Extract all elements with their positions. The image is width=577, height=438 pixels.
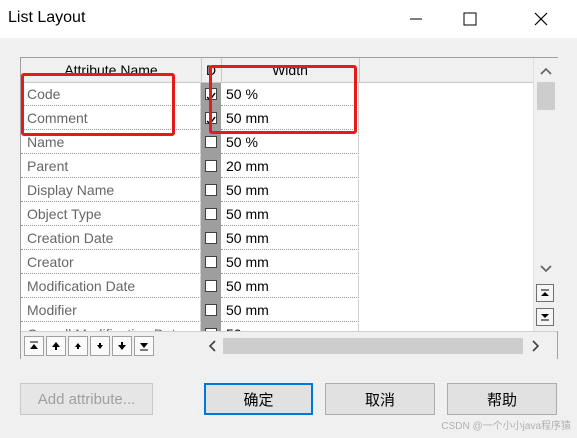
attribute-name-cell[interactable]: Creator bbox=[21, 251, 201, 274]
width-cell[interactable]: 50 % bbox=[221, 131, 359, 154]
ok-button[interactable]: 确定 bbox=[204, 383, 313, 415]
minimize-icon bbox=[410, 18, 422, 20]
move-bottom-icon[interactable] bbox=[134, 336, 154, 356]
table-row[interactable]: Overall Modification Date 50 mm bbox=[21, 323, 533, 331]
page-up-icon[interactable] bbox=[536, 284, 554, 302]
title-bar: List Layout bbox=[0, 0, 577, 38]
display-checkbox-cell bbox=[201, 203, 221, 227]
empty-cell bbox=[359, 275, 533, 299]
display-checkbox-cell bbox=[201, 299, 221, 323]
display-checkbox-cell bbox=[201, 179, 221, 203]
table-row[interactable]: Display Name 50 mm bbox=[21, 179, 533, 203]
width-cell[interactable]: 50 mm bbox=[221, 203, 359, 226]
display-checkbox[interactable] bbox=[205, 208, 217, 220]
attribute-name-cell[interactable]: Object Type bbox=[21, 203, 201, 226]
display-checkbox[interactable] bbox=[205, 304, 217, 316]
table-row[interactable]: Object Type 50 mm bbox=[21, 203, 533, 227]
empty-cell bbox=[359, 179, 533, 203]
display-checkbox[interactable] bbox=[205, 184, 217, 196]
scroll-down-arrow-icon[interactable] bbox=[534, 258, 558, 280]
help-button[interactable]: 帮助 bbox=[447, 383, 557, 415]
maximize-button[interactable] bbox=[447, 0, 493, 38]
empty-cell bbox=[359, 323, 533, 331]
display-checkbox[interactable] bbox=[205, 160, 217, 172]
page-down-icon[interactable] bbox=[536, 308, 554, 326]
table-row[interactable]: Modifier 50 mm bbox=[21, 299, 533, 323]
annotation-box-widths bbox=[209, 65, 357, 134]
display-checkbox-cell bbox=[201, 251, 221, 275]
move-page-down-icon[interactable] bbox=[112, 336, 132, 356]
horizontal-scroll-thumb[interactable] bbox=[223, 338, 523, 354]
empty-cell bbox=[359, 83, 533, 107]
width-cell[interactable]: 50 mm bbox=[221, 275, 359, 298]
width-cell[interactable]: 50 mm bbox=[221, 179, 359, 202]
empty-cell bbox=[359, 107, 533, 131]
column-header-empty bbox=[359, 58, 533, 82]
width-cell[interactable]: 50 mm bbox=[221, 227, 359, 250]
attribute-name-cell[interactable]: Overall Modification Date bbox=[21, 323, 201, 331]
scroll-up-arrow-icon[interactable] bbox=[534, 60, 558, 82]
empty-cell bbox=[359, 251, 533, 275]
attribute-name-cell[interactable]: Modifier bbox=[21, 299, 201, 322]
move-page-up-icon[interactable] bbox=[46, 336, 66, 356]
watermark: CSDN @一个小小java程序猿 bbox=[441, 421, 571, 432]
table-row[interactable]: Parent 20 mm bbox=[21, 155, 533, 179]
width-cell[interactable]: 20 mm bbox=[221, 155, 359, 178]
move-down-icon[interactable] bbox=[90, 336, 110, 356]
annotation-box-names bbox=[21, 73, 175, 136]
attribute-name-cell[interactable]: Parent bbox=[21, 155, 201, 178]
add-attribute-button[interactable]: Add attribute... bbox=[20, 383, 153, 415]
empty-cell bbox=[359, 203, 533, 227]
maximize-icon bbox=[463, 12, 477, 26]
grid-toolbar bbox=[21, 331, 557, 359]
display-checkbox[interactable] bbox=[205, 232, 217, 244]
display-checkbox-cell bbox=[201, 323, 221, 331]
empty-cell bbox=[359, 131, 533, 155]
empty-cell bbox=[359, 299, 533, 323]
vertical-scroll-thumb[interactable] bbox=[537, 82, 555, 110]
display-checkbox-cell bbox=[201, 275, 221, 299]
attribute-name-cell[interactable]: Creation Date bbox=[21, 227, 201, 250]
display-checkbox-cell bbox=[201, 227, 221, 251]
move-up-icon[interactable] bbox=[68, 336, 88, 356]
display-checkbox[interactable] bbox=[205, 256, 217, 268]
row-scroll-buttons bbox=[533, 282, 557, 332]
display-checkbox[interactable] bbox=[205, 136, 217, 148]
attribute-name-cell[interactable]: Modification Date bbox=[21, 275, 201, 298]
scroll-left-arrow-icon[interactable] bbox=[203, 336, 221, 356]
minimize-button[interactable] bbox=[393, 0, 439, 38]
close-icon bbox=[534, 12, 548, 26]
width-cell[interactable]: 50 mm bbox=[221, 251, 359, 274]
display-checkbox[interactable] bbox=[205, 280, 217, 292]
table-row[interactable]: Creator 50 mm bbox=[21, 251, 533, 275]
window-title: List Layout bbox=[8, 9, 86, 26]
attribute-name-cell[interactable]: Display Name bbox=[21, 179, 201, 202]
display-checkbox-cell bbox=[201, 155, 221, 179]
width-cell[interactable]: 50 mm bbox=[221, 323, 359, 331]
empty-cell bbox=[359, 227, 533, 251]
table-row[interactable]: Creation Date 50 mm bbox=[21, 227, 533, 251]
empty-cell bbox=[359, 155, 533, 179]
scroll-right-arrow-icon[interactable] bbox=[527, 336, 545, 356]
cancel-button[interactable]: 取消 bbox=[325, 383, 435, 415]
display-checkbox-cell bbox=[201, 131, 221, 155]
width-cell[interactable]: 50 mm bbox=[221, 299, 359, 322]
table-row[interactable]: Modification Date 50 mm bbox=[21, 275, 533, 299]
close-button[interactable] bbox=[518, 0, 564, 38]
move-top-icon[interactable] bbox=[24, 336, 44, 356]
